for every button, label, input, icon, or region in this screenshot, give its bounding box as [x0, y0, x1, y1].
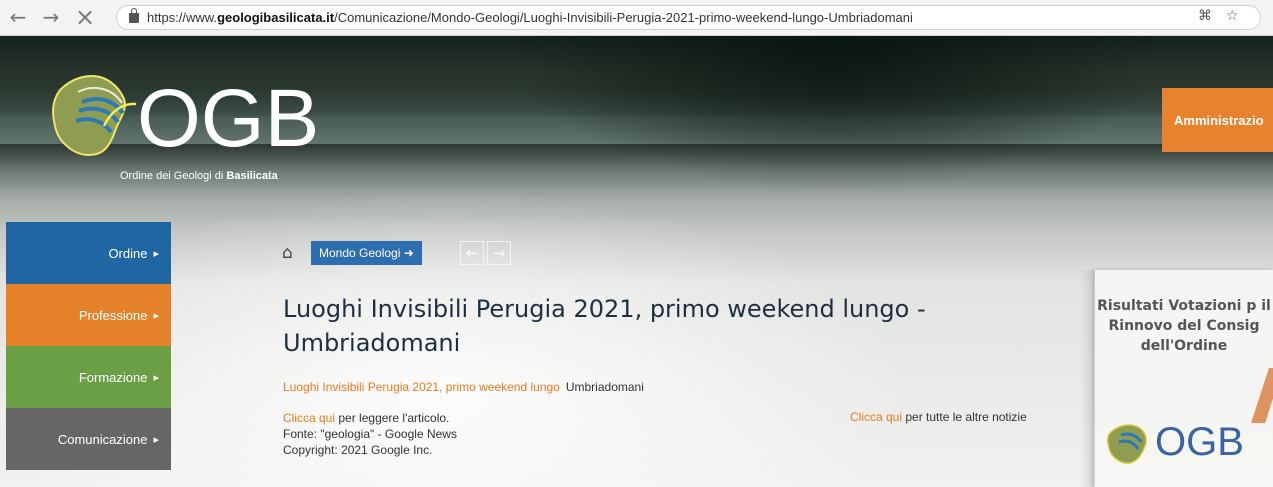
sidebar-item-formazione[interactable]: Formazione ▸: [6, 346, 171, 408]
administration-label: Amministrazio: [1174, 112, 1264, 128]
back-arrow-icon[interactable]: ←: [7, 6, 29, 28]
url-prefix: https://www.: [147, 10, 218, 25]
caret-right-icon: ▸: [153, 433, 159, 446]
article-source-name: Umbriadomani: [565, 380, 644, 394]
logo-subtitle: Ordine dei Geologi di Basilicata: [120, 170, 278, 182]
home-icon[interactable]: ⌂: [282, 244, 300, 262]
article-source-link[interactable]: Luoghi Invisibili Perugia 2021, primo we…: [283, 380, 560, 394]
copyright-line: Copyright: 2021 Google Inc.: [283, 443, 433, 457]
arrow-right-icon: ➜: [403, 246, 414, 260]
lock-icon: [129, 8, 139, 23]
article-info: Clicca qui per leggere l'articolo. Fonte…: [283, 410, 457, 458]
read-article-text: per leggere l'articolo.: [338, 411, 450, 425]
sidebar-item-label: Formazione: [78, 369, 148, 385]
page-content: OGB Ordine dei Geologi di Basilicata Amm…: [0, 36, 1273, 487]
address-bar[interactable]: https://www.geologibasilicata.it/Comunic…: [116, 5, 1261, 30]
bookmark-star-icon[interactable]: ☆: [1226, 8, 1239, 24]
next-arrow-icon[interactable]: →: [487, 241, 511, 265]
article-area: ⌂ Mondo Geologi ➜ ← → Luoghi Invisibili …: [255, 240, 1081, 487]
source-line: Fonte: "geologia" - Google News: [283, 427, 457, 441]
url-text[interactable]: https://www.geologibasilicata.it/Comunic…: [147, 10, 913, 25]
browser-toolbar: ← → × https://www.geologibasilicata.it/C…: [0, 0, 1273, 36]
stop-loading-icon[interactable]: ×: [74, 5, 96, 29]
breadcrumb-navigation: ← →: [460, 241, 512, 265]
sidebar-item-ordine[interactable]: Ordine ▸: [6, 222, 171, 284]
read-article-link[interactable]: Clicca qui: [283, 411, 335, 425]
all-news-link[interactable]: Clicca qui: [850, 410, 902, 424]
breadcrumb-mondo-geologi[interactable]: Mondo Geologi ➜: [311, 241, 422, 265]
sidebar-menu: Ordine ▸ Professione ▸ Formazione ▸ Comunic…: [6, 222, 171, 470]
url-domain: geologibasilicata.it: [217, 10, 335, 25]
sidebar-item-label: Ordine: [108, 245, 148, 261]
logo-text: OGB: [137, 73, 320, 164]
article-title: Luoghi Invisibili Perugia 2021, primo we…: [283, 295, 926, 357]
sidebar-item-label: Comunicazione: [57, 431, 148, 447]
panel-separator: [1080, 270, 1094, 487]
extensions-icon[interactable]: ⌘: [1198, 8, 1212, 24]
forward-arrow-icon[interactable]: →: [40, 6, 62, 28]
sidebar-item-label: Professione: [78, 307, 148, 323]
sidebar-item-professione[interactable]: Professione ▸: [6, 284, 171, 346]
url-path: /Comunicazione/Mondo-Geologi/Luoghi-Invi…: [334, 10, 913, 25]
article-source-line: Luoghi Invisibili Perugia 2021, primo we…: [283, 380, 644, 394]
site-logo[interactable]: OGB Ordine dei Geologi di Basilicata: [42, 56, 342, 196]
all-news-line: Clicca qui per tutte le altre notizie: [850, 410, 1027, 424]
mini-logo: OGB: [1095, 410, 1273, 480]
election-results-panel[interactable]: Risultati Votazioni p il Rinnovo del Con…: [1095, 270, 1273, 487]
mini-logo-text: OGB: [1155, 420, 1244, 464]
administration-button[interactable]: Amministrazio: [1162, 88, 1273, 152]
region-map-icon: [1106, 424, 1147, 464]
breadcrumb-label: Mondo Geologi: [319, 246, 401, 260]
all-news-text: per tutte le altre notizie: [905, 410, 1027, 424]
caret-right-icon: ▸: [153, 247, 159, 260]
caret-right-icon: ▸: [153, 371, 159, 384]
logo-subtitle-text: Ordine dei Geologi di: [120, 170, 224, 182]
previous-arrow-icon[interactable]: ←: [460, 241, 484, 265]
caret-right-icon: ▸: [153, 309, 159, 322]
logo-subtitle-bold: Basilicata: [226, 170, 278, 182]
sidebar-item-comunicazione[interactable]: Comunicazione ▸: [6, 408, 171, 470]
region-map-icon: [52, 75, 137, 157]
election-results-heading: Risultati Votazioni p il Rinnovo del Con…: [1097, 298, 1271, 354]
